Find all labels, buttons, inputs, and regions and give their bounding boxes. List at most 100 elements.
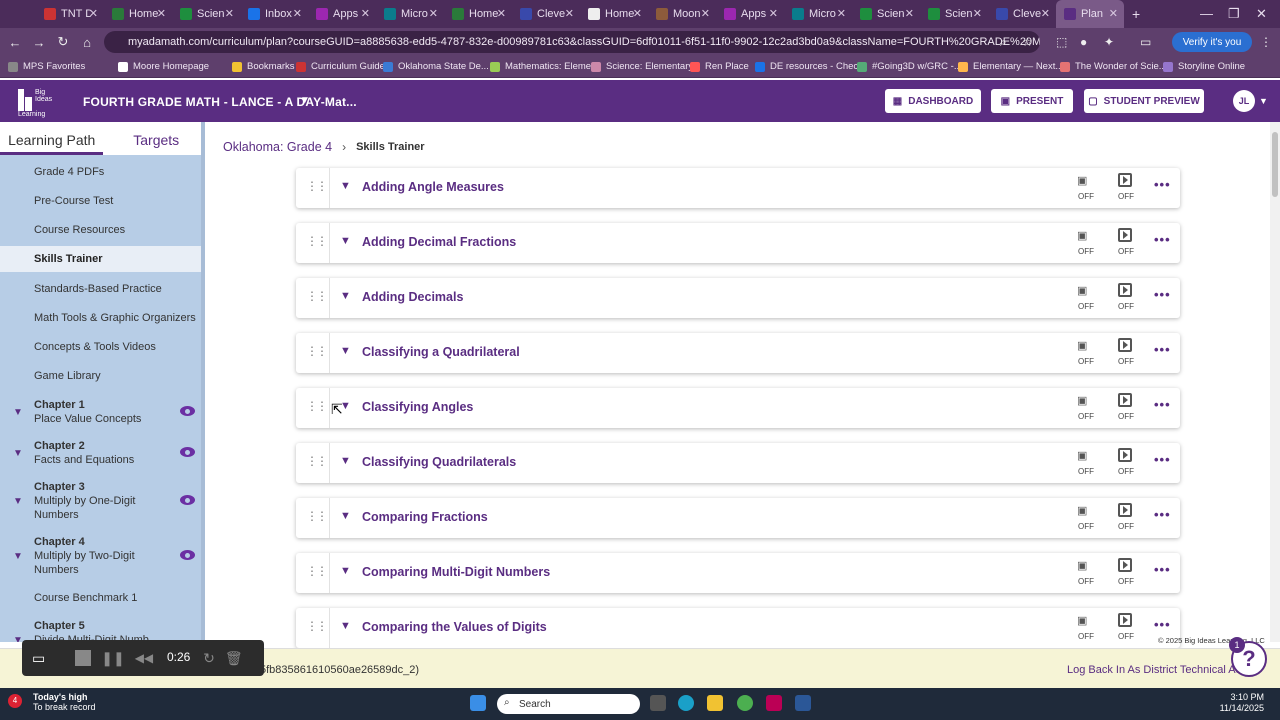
chevron-down-icon[interactable]: ▼ bbox=[340, 565, 351, 577]
cast-icon[interactable]: ▭ bbox=[1140, 35, 1151, 49]
more-options-icon[interactable]: ••• bbox=[1154, 452, 1171, 467]
tab-close-icon[interactable]: ✕ bbox=[89, 7, 98, 20]
verify-button[interactable]: Verify it's you bbox=[1172, 32, 1252, 52]
bookmark-item[interactable]: #Going3D w/GRC -... bbox=[857, 61, 962, 72]
tab-close-icon[interactable]: ✕ bbox=[837, 7, 846, 20]
new-tab-icon[interactable]: + bbox=[1132, 6, 1140, 22]
bookmark-item[interactable]: Elementary — Next... bbox=[958, 61, 1063, 72]
sidebar-scrollbar[interactable] bbox=[201, 122, 205, 642]
drag-handle-icon[interactable]: ⋮⋮ bbox=[306, 234, 328, 248]
present-toggle-icon[interactable] bbox=[1118, 338, 1132, 352]
skill-title[interactable]: Comparing Multi-Digit Numbers bbox=[362, 565, 550, 579]
minimize-icon[interactable]: — bbox=[1200, 6, 1213, 21]
browser-tab[interactable]: Scien ✕ bbox=[920, 0, 988, 28]
drag-handle-icon[interactable]: ⋮⋮ bbox=[306, 509, 328, 523]
visibility-eye-icon[interactable] bbox=[180, 406, 195, 416]
assign-students-icon[interactable]: ▣ bbox=[1077, 504, 1095, 518]
bookmark-item[interactable]: Moore Homepage bbox=[118, 61, 209, 72]
present-toggle-icon[interactable] bbox=[1118, 613, 1132, 627]
sidebar-item-game-library[interactable]: Game Library bbox=[34, 370, 101, 382]
tab-close-icon[interactable]: ✕ bbox=[293, 7, 302, 20]
present-toggle-icon[interactable] bbox=[1118, 283, 1132, 297]
stop-icon[interactable] bbox=[75, 650, 92, 666]
chevron-down-icon[interactable]: ▼ bbox=[13, 407, 23, 418]
big-ideas-logo[interactable]: Big Ideas Learning bbox=[18, 89, 58, 118]
more-options-icon[interactable]: ••• bbox=[1154, 342, 1171, 357]
sidebar-item-course-resources[interactable]: Course Resources bbox=[34, 224, 125, 236]
restore-icon[interactable]: ❐ bbox=[1228, 6, 1240, 22]
drag-handle-icon[interactable]: ⋮⋮ bbox=[306, 179, 328, 193]
visibility-eye-icon[interactable] bbox=[180, 550, 195, 560]
sidebar-chapter-2[interactable]: Chapter 2 Facts and Equations bbox=[34, 439, 134, 467]
present-toggle-icon[interactable] bbox=[1118, 173, 1132, 187]
assign-students-icon[interactable]: ▣ bbox=[1077, 174, 1095, 188]
chevron-down-icon[interactable]: ▼ bbox=[340, 620, 351, 632]
skill-title[interactable]: Adding Decimals bbox=[362, 290, 463, 304]
tab-close-icon[interactable]: ✕ bbox=[1041, 7, 1050, 20]
assign-students-icon[interactable]: ▣ bbox=[1077, 339, 1095, 353]
breadcrumb-root[interactable]: Oklahoma: Grade 4 bbox=[223, 140, 332, 154]
browser-tab[interactable]: Scien ✕ bbox=[172, 0, 240, 28]
visibility-eye-icon[interactable] bbox=[180, 447, 195, 457]
bookmark-item[interactable]: Oklahoma State De... bbox=[383, 61, 489, 72]
rewind-icon[interactable]: ◀◀ bbox=[135, 651, 153, 665]
reload-icon[interactable]: ↻ bbox=[51, 34, 75, 50]
close-window-icon[interactable]: ✕ bbox=[1256, 6, 1267, 22]
present-toggle-icon[interactable] bbox=[1118, 393, 1132, 407]
skill-title[interactable]: Classifying Angles bbox=[362, 400, 473, 414]
assign-students-icon[interactable]: ▣ bbox=[1077, 229, 1095, 243]
sidebar-item-pre-course-test[interactable]: Pre-Course Test bbox=[34, 195, 113, 207]
skill-row[interactable]: ⋮⋮ ▼ Adding Angle Measures ▣ OFF OFF ••• bbox=[296, 168, 1180, 208]
tab-close-icon[interactable]: ✕ bbox=[497, 7, 506, 20]
tab-learning-path[interactable]: Learning Path bbox=[0, 122, 104, 155]
sidebar-item-course-benchmark-1[interactable]: Course Benchmark 1 bbox=[34, 592, 137, 604]
tab-close-icon[interactable]: ✕ bbox=[769, 7, 778, 20]
course-title[interactable]: FOURTH GRADE MATH - LANCE - A DAY-Mat... bbox=[83, 95, 357, 109]
visibility-eye-icon[interactable] bbox=[180, 495, 195, 505]
drag-handle-icon[interactable]: ⋮⋮ bbox=[306, 399, 328, 413]
skill-row[interactable]: ⋮⋮ ▼ Classifying a Quadrilateral ▣ OFF OFF ••• bbox=[296, 333, 1180, 373]
bookmark-item[interactable]: Bookmarks bbox=[232, 61, 295, 72]
course-dropdown-icon[interactable]: ▼ bbox=[300, 95, 310, 106]
present-toggle-icon[interactable] bbox=[1118, 448, 1132, 462]
skill-title[interactable]: Comparing Fractions bbox=[362, 510, 488, 524]
chevron-down-icon[interactable]: ▼ bbox=[340, 510, 351, 522]
scrollbar-thumb[interactable] bbox=[1272, 132, 1278, 197]
drag-handle-icon[interactable]: ⋮⋮ bbox=[306, 619, 328, 633]
drag-handle-icon[interactable]: ⋮⋮ bbox=[306, 289, 328, 303]
taskbar-search[interactable]: ⌕ Search bbox=[497, 694, 640, 714]
extension-icon[interactable]: ⬚ bbox=[1056, 35, 1067, 49]
bookmark-star-icon[interactable]: ☆ bbox=[1022, 35, 1033, 49]
bookmark-item[interactable]: MPS Favorites bbox=[8, 61, 85, 72]
browser-tab[interactable]: Plan ✕ bbox=[1056, 0, 1124, 28]
tab-close-icon[interactable]: ✕ bbox=[225, 7, 234, 20]
browser-tab[interactable]: Apps ✕ bbox=[308, 0, 376, 28]
assign-students-icon[interactable]: ▣ bbox=[1077, 284, 1095, 298]
skill-row[interactable]: ⋮⋮ ▼ Classifying Angles ▣ OFF OFF ••• bbox=[296, 388, 1180, 428]
assign-students-icon[interactable]: ▣ bbox=[1077, 394, 1095, 408]
restart-icon[interactable]: ↻ bbox=[203, 650, 215, 667]
browser-tab[interactable]: Home ✕ bbox=[580, 0, 648, 28]
avatar-dropdown-icon[interactable]: ▼ bbox=[1259, 96, 1268, 106]
forward-icon[interactable]: → bbox=[27, 35, 51, 50]
bookmark-item[interactable]: Mathematics: Eleme... bbox=[490, 61, 599, 72]
chevron-down-icon[interactable]: ▼ bbox=[13, 448, 23, 459]
task-view-icon[interactable] bbox=[650, 695, 666, 711]
trash-icon[interactable]: 🗑 bbox=[225, 650, 243, 667]
dashboard-button[interactable]: ▦ DASHBOARD bbox=[885, 89, 981, 113]
present-toggle-icon[interactable] bbox=[1118, 228, 1132, 242]
skill-row[interactable]: ⋮⋮ ▼ Adding Decimal Fractions ▣ OFF OFF ••• bbox=[296, 223, 1180, 263]
sidebar-item-grade-4-pdfs[interactable]: Grade 4 PDFs bbox=[34, 166, 104, 178]
address-bar[interactable]: myadamath.com/curriculum/plan?courseGUID… bbox=[104, 31, 1040, 53]
browser-tab[interactable]: Home ✕ bbox=[104, 0, 172, 28]
chevron-down-icon[interactable]: ▼ bbox=[13, 551, 23, 562]
browser-tab[interactable]: Cleve ✕ bbox=[512, 0, 580, 28]
skill-title[interactable]: Adding Decimal Fractions bbox=[362, 235, 516, 249]
pause-icon[interactable]: ❚❚ bbox=[101, 650, 124, 667]
skill-row[interactable]: ⋮⋮ ▼ Comparing Fractions ▣ OFF OFF ••• bbox=[296, 498, 1180, 538]
more-options-icon[interactable]: ••• bbox=[1154, 232, 1171, 247]
browser-tab[interactable]: Scien ✕ bbox=[852, 0, 920, 28]
tab-close-icon[interactable]: ✕ bbox=[633, 7, 642, 20]
skill-title[interactable]: Adding Angle Measures bbox=[362, 180, 504, 194]
taskbar-clock[interactable]: 3:10 PM 11/14/2025 bbox=[1214, 692, 1264, 714]
